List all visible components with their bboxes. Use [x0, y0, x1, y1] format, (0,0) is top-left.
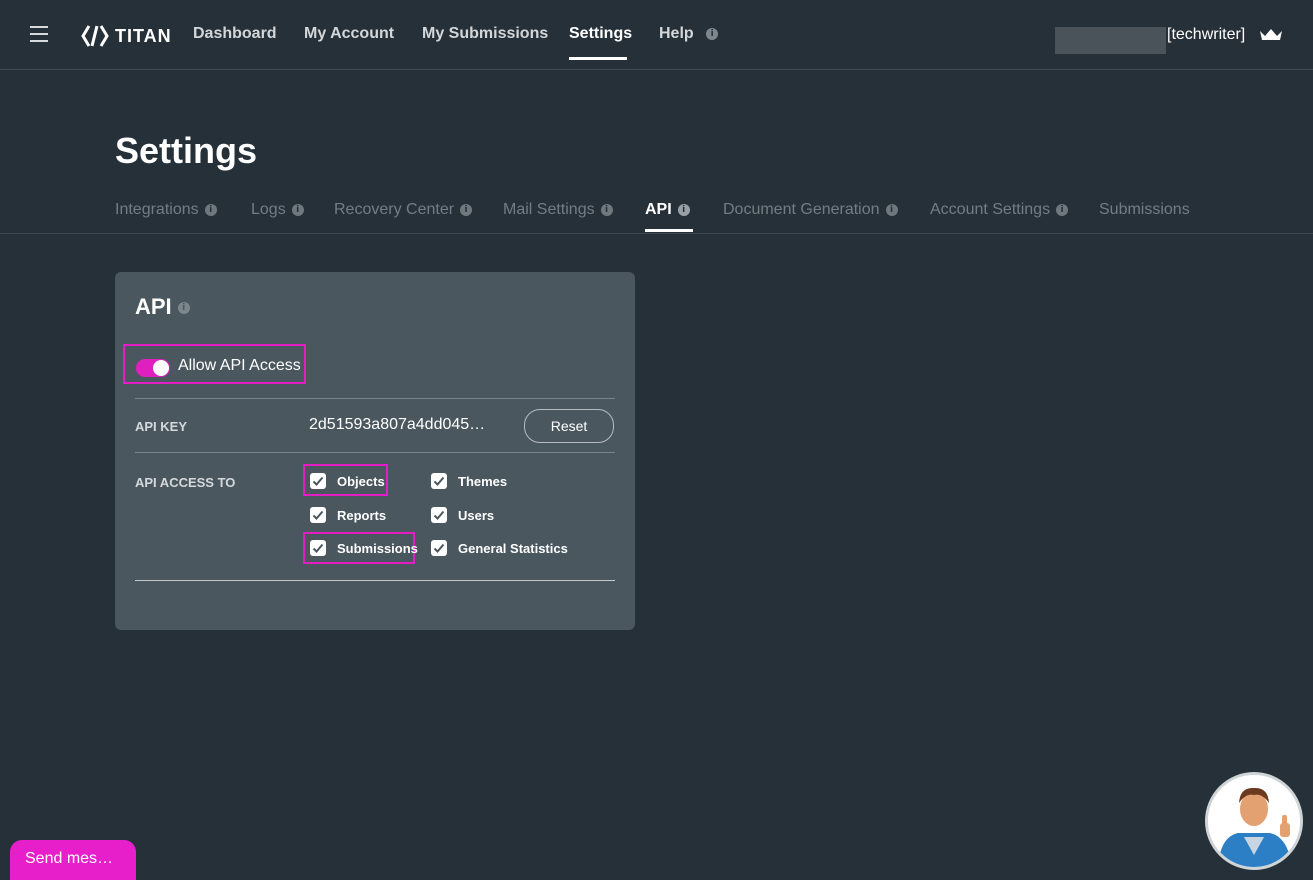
divider — [135, 452, 615, 453]
crown-icon — [1260, 29, 1282, 40]
api-settings-card: API i Allow API Access API KEY 2d51593a80… — [115, 272, 635, 630]
nav-settings[interactable]: Settings — [569, 25, 632, 43]
tab-label: Mail Settings — [503, 201, 595, 218]
user-name[interactable]: [techwriter] — [1167, 26, 1245, 44]
user-name-redacted — [1055, 27, 1166, 54]
page-title: Settings — [115, 130, 258, 171]
nav-help[interactable]: Help i — [659, 25, 719, 43]
checkbox-reports[interactable]: Reports — [310, 507, 386, 523]
checkbox-submissions[interactable]: Submissions — [310, 540, 418, 556]
nav-help-label: Help — [659, 25, 694, 42]
divider — [135, 398, 615, 399]
allow-api-access-label: Allow API Access — [178, 357, 301, 374]
checkbox-objects[interactable]: Objects — [310, 473, 385, 489]
checkmark-icon — [310, 473, 326, 489]
titan-logo[interactable]: TITAN — [81, 24, 172, 48]
nav-active-indicator — [569, 57, 627, 60]
tab-submissions[interactable]: Submissions — [1099, 201, 1190, 219]
allow-api-access-highlight: Allow API Access — [123, 344, 306, 384]
info-icon: i — [885, 203, 898, 216]
checkmark-icon — [310, 540, 326, 556]
checkbox-general-statistics[interactable]: General Statistics — [431, 540, 568, 556]
tab-integrations[interactable]: Integrations i — [115, 201, 217, 219]
tab-label: Document Generation — [723, 201, 880, 218]
top-navigation: TITAN Dashboard My Account My Submission… — [0, 0, 1313, 70]
mascot-avatar[interactable] — [1205, 772, 1303, 870]
info-icon: i — [177, 302, 190, 315]
tab-label: Recovery Center — [334, 201, 455, 218]
checkbox-label: Themes — [458, 473, 508, 489]
info-icon: i — [291, 203, 304, 216]
tab-account-settings[interactable]: Account Settings i — [930, 201, 1069, 219]
send-message-button[interactable]: Send mes… — [10, 840, 136, 880]
checkmark-icon — [431, 473, 447, 489]
menu-icon[interactable] — [30, 26, 48, 42]
card-title: API i — [135, 294, 190, 320]
divider — [135, 580, 615, 581]
tab-recovery-center[interactable]: Recovery Center i — [334, 201, 473, 219]
info-icon: i — [600, 203, 613, 216]
toggle-knob — [153, 360, 169, 376]
api-key-label: API KEY — [135, 419, 188, 434]
checkbox-label: Objects — [337, 473, 385, 489]
info-icon: i — [204, 203, 217, 216]
mascot-icon — [1208, 775, 1300, 867]
api-key-value: 2d51593a807a4dd045… — [309, 416, 486, 433]
checkbox-label: Users — [458, 507, 495, 523]
tab-label: Logs — [251, 201, 286, 218]
info-icon: i — [1056, 203, 1069, 216]
tab-label: Integrations — [115, 201, 199, 218]
checkbox-users[interactable]: Users — [431, 507, 494, 523]
tab-label: API — [645, 201, 672, 218]
tab-label: Account Settings — [930, 201, 1051, 218]
checkbox-themes[interactable]: Themes — [431, 473, 507, 489]
checkmark-icon — [310, 507, 326, 523]
allow-api-access-toggle[interactable] — [136, 359, 170, 377]
tab-document-generation[interactable]: Document Generation i — [723, 201, 898, 219]
reset-button[interactable]: Reset — [524, 409, 614, 443]
nav-dashboard[interactable]: Dashboard — [193, 25, 277, 43]
checkbox-label: Reports — [337, 507, 387, 523]
checkmark-icon — [431, 540, 447, 556]
checkmark-icon — [431, 507, 447, 523]
brand-name: TITAN — [115, 25, 172, 46]
tab-logs[interactable]: Logs i — [251, 201, 304, 219]
nav-my-account[interactable]: My Account — [304, 25, 394, 43]
checkbox-label: General Statistics — [458, 540, 568, 556]
info-icon: i — [677, 203, 690, 216]
tab-active-indicator — [645, 229, 693, 232]
nav-my-submissions[interactable]: My Submissions — [422, 25, 548, 43]
tab-api[interactable]: API i — [645, 201, 690, 219]
settings-tabs: Integrations i Logs i Recovery Center i Mai… — [0, 190, 1313, 234]
tab-mail-settings[interactable]: Mail Settings i — [503, 201, 613, 219]
info-icon: i — [460, 203, 473, 216]
info-icon: i — [706, 27, 719, 40]
tab-label: Submissions — [1099, 201, 1190, 218]
api-access-to-label: API ACCESS TO — [135, 475, 236, 490]
checkbox-label: Submissions — [337, 540, 418, 556]
titan-logo-icon — [81, 25, 109, 47]
card-title-label: API — [135, 294, 172, 319]
